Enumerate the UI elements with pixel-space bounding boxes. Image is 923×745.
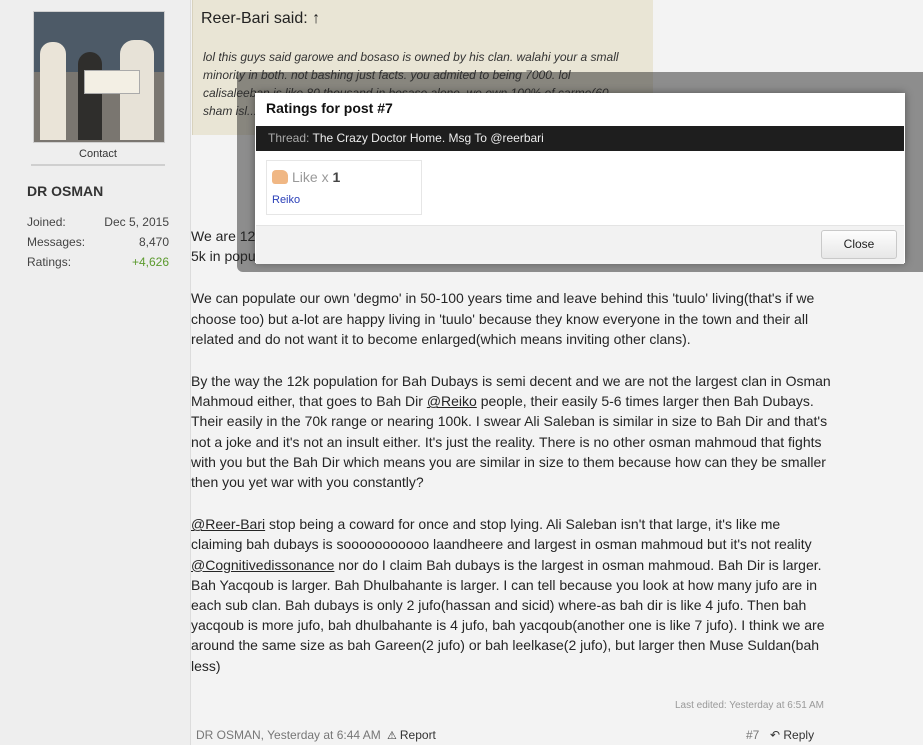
post-paragraph: We can populate our own 'degmo' in 50-10… <box>191 290 815 347</box>
report-button[interactable]: ⚠ Report <box>387 728 436 742</box>
stat-label: Joined: <box>27 215 66 229</box>
thumbs-up-icon <box>272 170 288 184</box>
reply-arrow-icon: ↶ <box>770 728 784 742</box>
post-text: nor do I claim Bah dubays is the largest… <box>191 556 825 674</box>
mention-link[interactable]: @Reer-Bari <box>191 516 265 532</box>
avatar-figure <box>78 52 102 140</box>
rating-user-link[interactable]: Reiko <box>272 194 300 206</box>
stat-joined: Joined: Dec 5, 2015 <box>27 215 169 229</box>
user-avatar[interactable] <box>33 11 165 143</box>
rating-name: Like x <box>292 169 329 185</box>
avatar-check <box>84 70 140 94</box>
username[interactable]: DR OSMAN <box>27 183 103 199</box>
ratings-dialog: Ratings for post #7 Thread: The Crazy Do… <box>255 93 905 264</box>
report-label: Report <box>399 728 436 742</box>
stat-value: Dec 5, 2015 <box>104 215 169 229</box>
close-button[interactable]: Close <box>821 230 897 259</box>
stat-label: Messages: <box>27 235 86 249</box>
post-body: We are 12k ... what my e... will be 7k f… <box>191 226 831 676</box>
thread-label: Thread: <box>268 131 310 145</box>
post-number[interactable]: #7 <box>746 728 759 742</box>
dialog-footer: Close <box>256 225 904 264</box>
avatar-figure <box>40 42 66 140</box>
post-author-time[interactable]: DR OSMAN, Yesterday at 6:44 AM <box>196 728 381 742</box>
thread-title[interactable]: The Crazy Doctor Home. Msg To @reerbari <box>312 131 543 145</box>
stat-value: 8,470 <box>138 235 169 249</box>
mention-link[interactable]: @Reiko <box>427 393 477 409</box>
post-paragraph: @Reer-Bari stop being a coward for once … <box>191 514 831 676</box>
contact-link[interactable]: Contact <box>31 142 165 166</box>
stat-ratings: Ratings: +4,626 <box>27 255 169 269</box>
reply-button[interactable]: ↶ Reply <box>770 728 814 742</box>
mention-link[interactable]: @Cognitivedissonance <box>191 557 334 573</box>
stat-messages: Messages: 8,470 <box>27 235 169 249</box>
quote-header[interactable]: Reer-Bari said: ↑ <box>201 10 320 28</box>
dialog-title: Ratings for post #7 <box>266 100 393 116</box>
stat-value: +4,626 <box>131 255 169 269</box>
thread-bar: Thread: The Crazy Doctor Home. Msg To @r… <box>256 126 904 151</box>
rating-row: Like x 1 <box>272 169 340 185</box>
stat-label: Ratings: <box>27 255 72 269</box>
user-sidebar: Contact DR OSMAN Joined: Dec 5, 2015 Mes… <box>0 0 191 745</box>
warning-icon: ⚠ <box>387 730 397 742</box>
post-text: stop being a coward for once and stop ly… <box>191 516 812 553</box>
rating-card: Like x 1 Reiko <box>266 160 422 215</box>
reply-label: Reply <box>783 728 815 742</box>
rating-count: 1 <box>332 169 341 185</box>
last-edited: Last edited: Yesterday at 6:51 AM <box>675 700 824 711</box>
post-paragraph: By the way the 12k population for Bah Du… <box>191 371 831 492</box>
